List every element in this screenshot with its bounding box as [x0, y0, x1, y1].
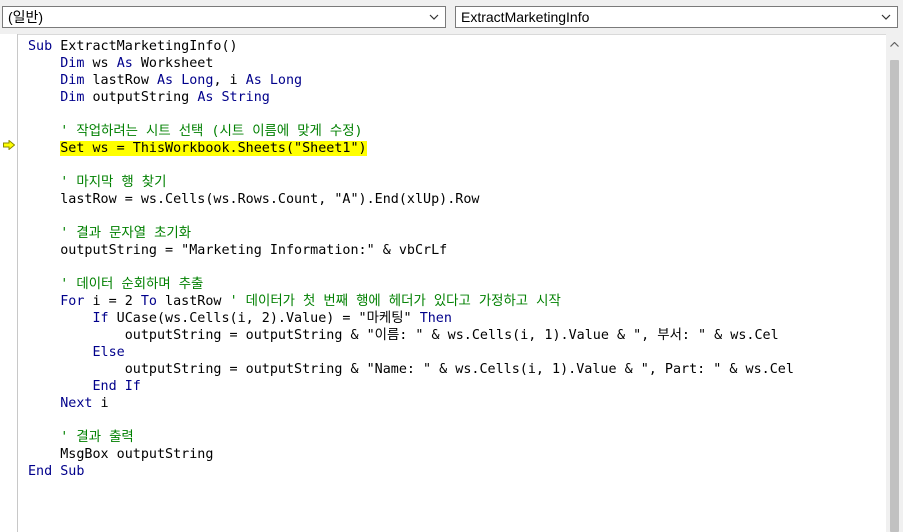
code-token: UCase(ws.Cells(i, 2).Value) = "마케팅" [108, 311, 420, 326]
code-line[interactable]: ' 마지막 행 찾기 [28, 174, 880, 191]
scrollbar-thumb[interactable] [890, 60, 899, 532]
code-line[interactable] [28, 157, 880, 174]
code-keyword: Long [181, 73, 214, 88]
chevron-down-icon[interactable] [879, 7, 893, 27]
code-editor[interactable]: Sub ExtractMarketingInfo() Dim ws As Wor… [0, 34, 903, 532]
code-comment: ' 결과 문자열 초기화 [60, 226, 192, 241]
code-keyword: Dim [60, 90, 85, 105]
code-token: outputString = "Marketing Information:" … [28, 243, 448, 258]
code-line[interactable]: Else [28, 344, 880, 361]
code-line[interactable]: outputString = "Marketing Information:" … [28, 242, 880, 259]
code-line[interactable]: ' 데이터 순회하며 추출 [28, 276, 880, 293]
chevron-down-icon[interactable] [427, 7, 441, 27]
code-line[interactable]: End If [28, 378, 880, 395]
code-token: ws [84, 56, 117, 71]
code-line[interactable]: outputString = outputString & "이름: " & w… [28, 327, 880, 344]
code-token: MsgBox outputString [28, 447, 214, 462]
code-comment: ' 마지막 행 찾기 [60, 175, 167, 190]
code-line[interactable] [28, 208, 880, 225]
code-keyword: End If [92, 379, 141, 394]
code-token: outputString [84, 90, 198, 105]
code-token: lastRow = ws.Cells(ws.Rows.Count, "A").E… [28, 192, 480, 207]
code-keyword: End Sub [28, 464, 85, 479]
code-keyword: String [221, 90, 270, 105]
code-token: outputString = outputString & "이름: " & w… [28, 328, 779, 343]
code-line[interactable]: End Sub [28, 463, 880, 480]
code-line[interactable]: Dim lastRow As Long, i As Long [28, 72, 880, 89]
code-token: ExtractMarketingInfo() [52, 39, 238, 54]
object-dropdown[interactable]: (일반) [2, 6, 446, 28]
vertical-scrollbar[interactable] [886, 34, 903, 532]
code-keyword: Sub [28, 39, 53, 54]
code-window-toolbar: (일반) ExtractMarketingInfo [0, 0, 903, 35]
code-line[interactable]: ' 작업하려는 시트 선택 (시트 이름에 맞게 수정) [28, 123, 880, 140]
object-dropdown-value: (일반) [8, 9, 44, 25]
code-line[interactable] [28, 106, 880, 123]
code-line[interactable]: For i = 2 To lastRow ' 데이터가 첫 번째 행에 헤더가 … [28, 293, 880, 310]
code-line[interactable]: If UCase(ws.Cells(i, 2).Value) = "마케팅" T… [28, 310, 880, 327]
code-keyword: As [245, 73, 262, 88]
code-line[interactable]: MsgBox outputString [28, 446, 880, 463]
code-text[interactable]: Sub ExtractMarketingInfo() Dim ws As Wor… [28, 38, 880, 532]
code-keyword: Dim [60, 73, 85, 88]
execution-arrow-icon [3, 140, 15, 150]
code-keyword: For [60, 294, 85, 309]
procedure-dropdown-value: ExtractMarketingInfo [461, 9, 590, 25]
code-token: Worksheet [132, 56, 214, 71]
code-comment: ' 결과 출력 [60, 430, 134, 445]
code-line[interactable] [28, 412, 880, 429]
code-line[interactable] [28, 259, 880, 276]
code-keyword: As [197, 90, 214, 105]
code-line[interactable]: outputString = outputString & "Name: " &… [28, 361, 880, 378]
code-comment: ' 작업하려는 시트 선택 (시트 이름에 맞게 수정) [60, 124, 363, 139]
code-keyword: If [92, 311, 109, 326]
code-line[interactable]: Sub ExtractMarketingInfo() [28, 38, 880, 55]
code-comment: ' 데이터가 첫 번째 행에 헤더가 있다고 가정하고 시작 [229, 294, 561, 309]
code-keyword: As [116, 56, 133, 71]
code-line[interactable]: lastRow = ws.Cells(ws.Rows.Count, "A").E… [28, 191, 880, 208]
code-line[interactable]: Next i [28, 395, 880, 412]
code-keyword: Then [419, 311, 452, 326]
code-token: , i [213, 73, 246, 88]
code-token: outputString = outputString & "Name: " &… [28, 362, 794, 377]
code-token: i = 2 [84, 294, 141, 309]
margin-indicator-bar[interactable] [0, 34, 18, 532]
procedure-dropdown[interactable]: ExtractMarketingInfo [455, 6, 898, 28]
code-token: i [92, 396, 109, 411]
code-line[interactable]: ' 결과 문자열 초기화 [28, 225, 880, 242]
code-comment: ' 데이터 순회하며 추출 [60, 277, 204, 292]
code-keyword: To [140, 294, 157, 309]
code-keyword: As [157, 73, 174, 88]
code-keyword: Long [269, 73, 303, 88]
code-keyword: Next [60, 396, 93, 411]
scroll-up-icon[interactable] [886, 36, 903, 53]
current-statement: Set ws = ThisWorkbook.Sheets("Sheet1") [60, 141, 367, 156]
code-keyword: Else [92, 345, 125, 360]
code-line[interactable]: Dim ws As Worksheet [28, 55, 880, 72]
code-token: lastRow [84, 73, 157, 88]
code-token: lastRow [157, 294, 230, 309]
code-line[interactable]: ' 결과 출력 [28, 429, 880, 446]
code-line[interactable]: Set ws = ThisWorkbook.Sheets("Sheet1") [28, 140, 880, 157]
code-keyword: Dim [60, 56, 85, 71]
code-line[interactable]: Dim outputString As String [28, 89, 880, 106]
